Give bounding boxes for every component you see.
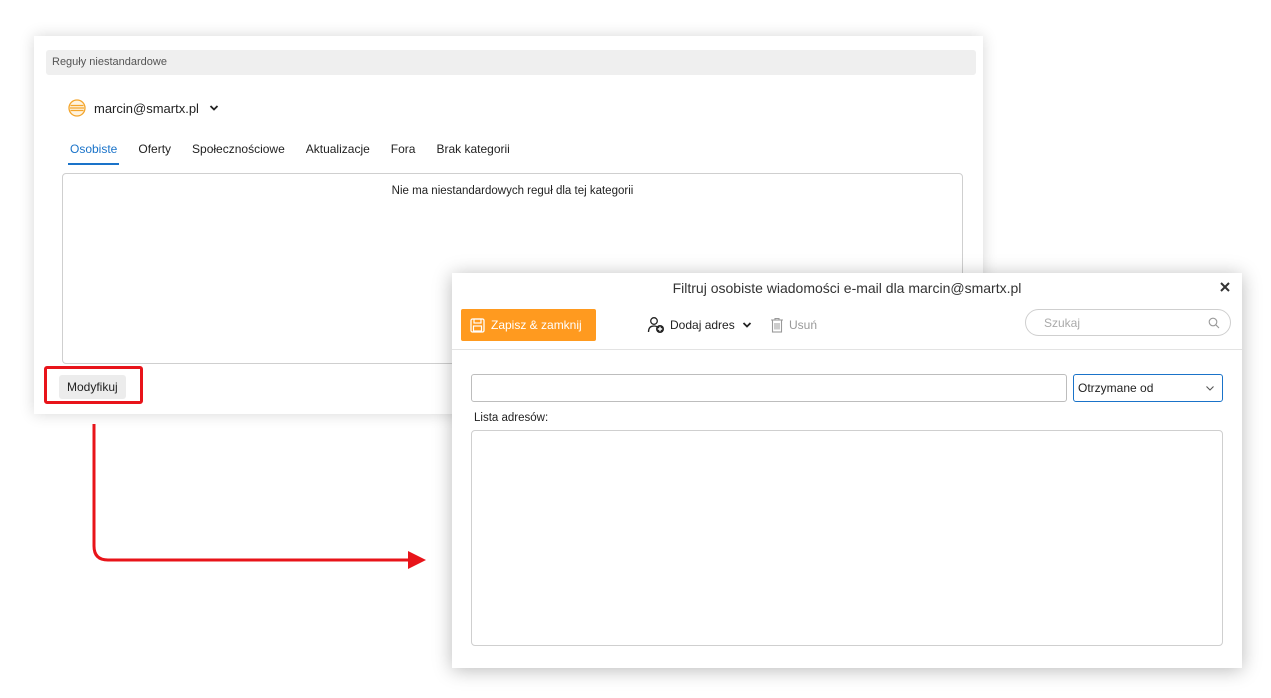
- toolbar-divider: [452, 349, 1242, 350]
- search-field[interactable]: [1025, 309, 1231, 336]
- add-user-icon: [647, 317, 664, 333]
- tab-osobiste[interactable]: Osobiste: [67, 142, 120, 165]
- filter-type-value: Otrzymane od: [1078, 381, 1154, 395]
- dialog-title: Filtruj osobiste wiadomości e-mail dla m…: [672, 280, 1022, 296]
- tab-aktualizacje[interactable]: Aktualizacje: [306, 142, 370, 162]
- close-icon[interactable]: [1218, 280, 1232, 294]
- chevron-down-icon: [742, 322, 751, 328]
- tab-spolecznosciowe[interactable]: Społecznościowe: [192, 142, 285, 162]
- search-icon: [1208, 317, 1220, 328]
- mail-account-icon: [68, 99, 86, 117]
- category-tabs: Osobiste Oferty Społecznościowe Aktualiz…: [67, 142, 531, 165]
- annotation-highlight: [44, 366, 143, 404]
- search-input[interactable]: [1042, 314, 1208, 331]
- panel-header: Reguły niestandardowe: [46, 50, 976, 75]
- save-and-close-button[interactable]: Zapisz & zamknij: [461, 309, 596, 341]
- account-email: marcin@smartx.pl: [94, 100, 199, 116]
- chevron-down-icon: [209, 105, 219, 111]
- trash-icon: [771, 317, 783, 333]
- empty-rules-message: Nie ma niestandardowych reguł dla tej ka…: [391, 185, 634, 197]
- add-address-label: Dodaj adres: [670, 318, 735, 332]
- tab-oferty[interactable]: Oferty: [138, 142, 171, 162]
- save-icon: [470, 317, 485, 333]
- tab-brak-kategorii[interactable]: Brak kategorii: [436, 142, 509, 162]
- filter-dialog: Filtruj osobiste wiadomości e-mail dla m…: [452, 273, 1242, 668]
- screenshot-stage: Reguły niestandardowe marcin@smartx.pl O…: [0, 0, 1271, 698]
- delete-button[interactable]: Usuń: [770, 316, 817, 334]
- tab-fora[interactable]: Fora: [391, 142, 416, 162]
- address-list[interactable]: [471, 430, 1223, 646]
- chevron-down-icon: [1206, 386, 1214, 391]
- delete-label: Usuń: [789, 318, 818, 332]
- address-input[interactable]: [471, 374, 1067, 402]
- filter-type-select[interactable]: Otrzymane od: [1073, 374, 1223, 402]
- save-button-label: Zapisz & zamknij: [491, 318, 582, 332]
- add-address-button[interactable]: Dodaj adres: [647, 316, 752, 334]
- account-selector[interactable]: marcin@smartx.pl: [68, 98, 219, 118]
- address-list-label: Lista adresów:: [474, 412, 549, 424]
